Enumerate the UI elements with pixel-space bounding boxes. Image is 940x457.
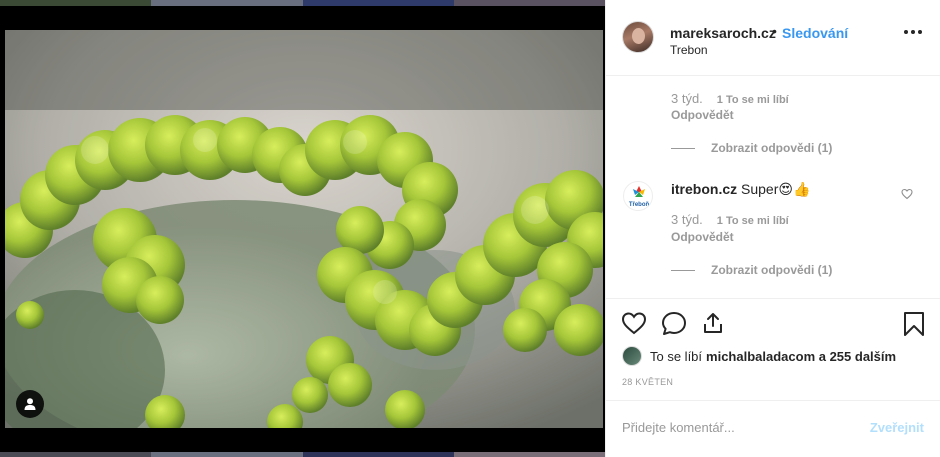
comment-likes[interactable]: 1 To se mi líbí — [717, 215, 789, 227]
post-photo[interactable] — [5, 30, 603, 428]
background-grid-strip — [0, 0, 605, 6]
likes-users[interactable]: michalbaladacom a 255 dalším — [706, 349, 896, 364]
comment-button[interactable] — [661, 311, 687, 340]
likes-text: To se líbí — [650, 348, 703, 364]
reply-button[interactable]: Odpovědět — [671, 108, 734, 122]
comment-meta: 3 týd. 1 To se mi líbí — [671, 91, 789, 106]
post-header: mareksaroch.cz • Sledování Trebon — [606, 0, 940, 76]
reply-button[interactable]: Odpovědět — [671, 230, 734, 244]
photo-panel — [0, 0, 605, 457]
post-date[interactable]: 28 KVĚTEN — [622, 377, 673, 387]
like-button[interactable] — [621, 311, 647, 340]
comment-icon — [662, 312, 686, 335]
commenter-username[interactable]: itrebon.cz — [671, 181, 737, 197]
comment-body: Super😍👍 — [741, 181, 811, 197]
liker-avatar[interactable] — [622, 346, 642, 366]
commenter-avatar[interactable]: Třeboň — [623, 181, 653, 211]
comment-likes[interactable]: 1 To se mi líbí — [717, 94, 789, 106]
comment-like-button[interactable] — [901, 187, 913, 205]
avatar-logo-text: Třeboň — [629, 202, 650, 208]
comment-meta: 3 týd. 1 To se mi líbí — [671, 212, 789, 227]
user-icon — [24, 398, 36, 410]
instagram-post-modal: mareksaroch.cz • Sledování Trebon 3 týd.… — [0, 0, 940, 457]
replies-divider — [671, 147, 695, 149]
comment-input[interactable]: Přidejte komentář... — [622, 420, 735, 435]
add-comment-bar: Přidejte komentář... Zveřejnit — [606, 400, 940, 457]
comment-text: itrebon.cz Super😍👍 — [671, 181, 810, 198]
replies-divider — [671, 269, 695, 271]
likes-summary: To se líbí michalbaladacom a 255 dalším — [622, 346, 896, 366]
share-icon — [704, 313, 722, 333]
user-tag-button[interactable] — [16, 390, 44, 418]
post-actions — [606, 298, 940, 348]
more-icon[interactable] — [904, 30, 922, 34]
author-avatar[interactable] — [622, 21, 654, 53]
post-comment-button[interactable]: Zveřejnit — [870, 420, 924, 435]
comment-time[interactable]: 3 týd. — [671, 91, 703, 106]
follow-button[interactable]: Sledování — [782, 25, 848, 41]
view-replies-button[interactable]: Zobrazit odpovědi (1) — [671, 263, 832, 277]
itrebon-logo-icon: Třeboň — [629, 186, 650, 208]
header-separator: • — [772, 23, 777, 39]
view-replies-label: Zobrazit odpovědi (1) — [711, 263, 833, 277]
background-grid-strip-bottom — [0, 452, 605, 457]
bookmark-icon — [904, 312, 924, 336]
comment-time[interactable]: 3 týd. — [671, 212, 703, 227]
author-username[interactable]: mareksaroch.cz — [670, 25, 776, 41]
post-location[interactable]: Trebon — [670, 43, 708, 57]
post-side-panel: mareksaroch.cz • Sledování Trebon 3 týd.… — [605, 0, 940, 457]
heart-icon — [621, 312, 647, 335]
comments-list: 3 týd. 1 To se mi líbí Odpovědět Zobrazit… — [606, 77, 940, 298]
view-replies-button[interactable]: Zobrazit odpovědi (1) — [671, 141, 832, 155]
view-replies-label: Zobrazit odpovědi (1) — [711, 141, 833, 155]
share-button[interactable] — [701, 311, 725, 340]
heart-icon — [901, 188, 913, 200]
save-button[interactable] — [903, 311, 925, 342]
